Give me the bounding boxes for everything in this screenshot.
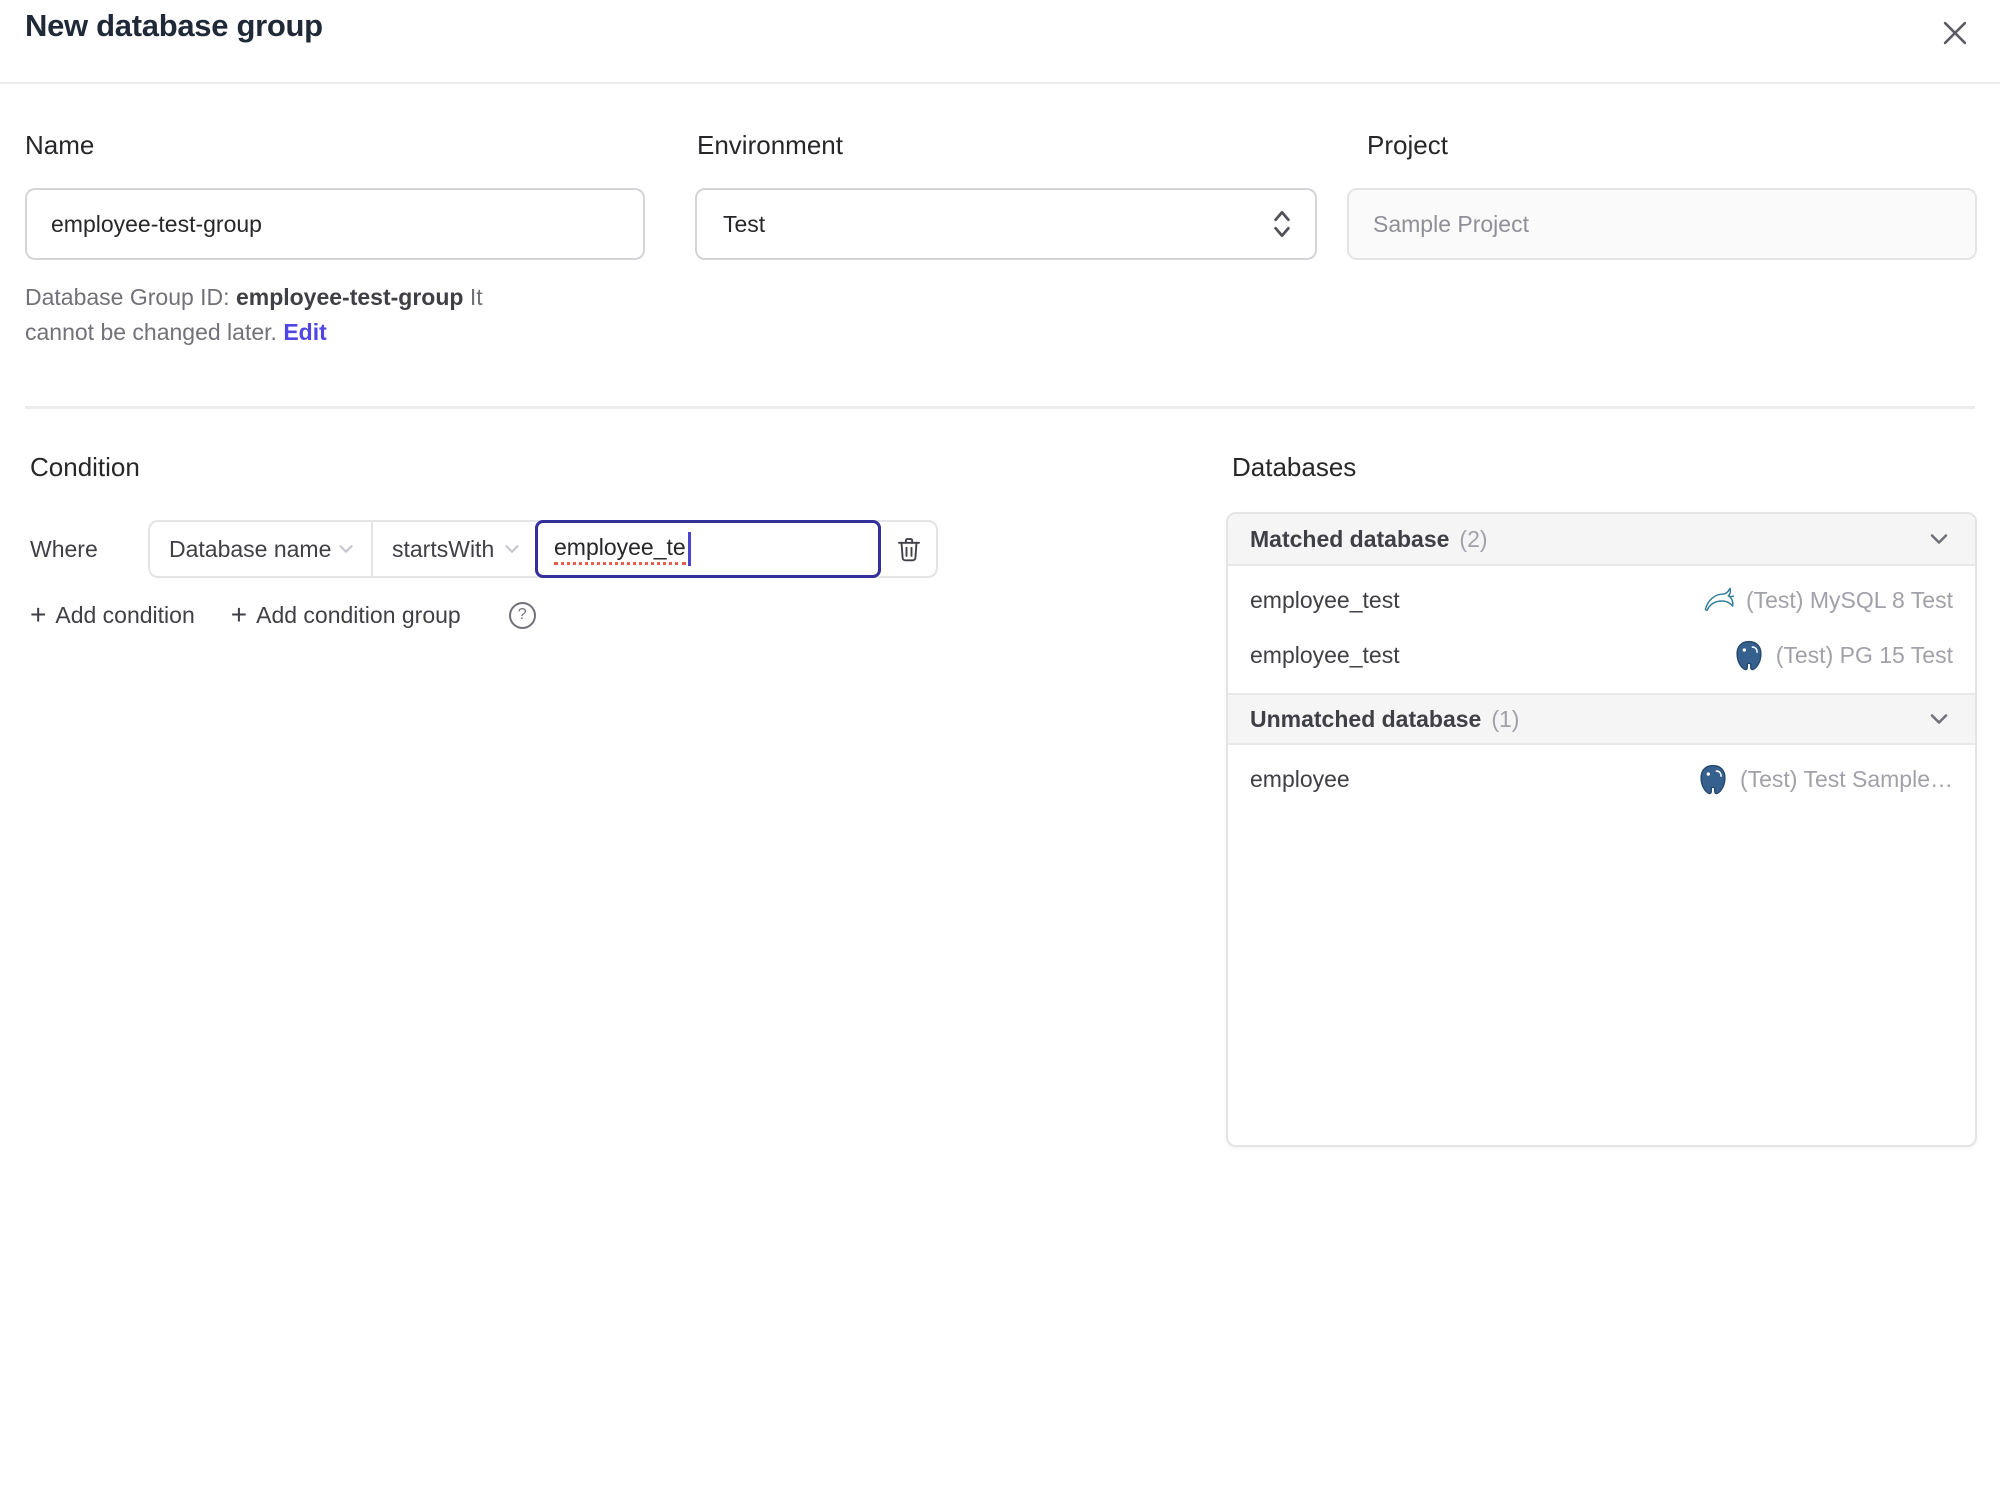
condition-value-input[interactable]: employee_te	[535, 520, 881, 578]
instance-info: (Test) PG 15 Test	[1732, 639, 1953, 673]
condition-value-text: employee_te	[554, 534, 686, 565]
close-icon	[1938, 16, 1972, 50]
instance-info: (Test) MySQL 8 Test	[1702, 584, 1953, 618]
chevron-updown-icon	[1271, 207, 1293, 241]
delete-condition-button[interactable]	[881, 522, 936, 576]
help-icon[interactable]: ?	[508, 601, 536, 629]
database-name: employee_test	[1250, 587, 1400, 613]
condition-heading: Condition	[30, 452, 140, 482]
condition-factor-dropdown[interactable]: Database name	[150, 522, 373, 576]
section-divider	[25, 406, 1975, 409]
project-label: Project	[1367, 130, 1448, 160]
mysql-icon	[1702, 584, 1736, 618]
condition-operator-value: startsWith	[392, 535, 495, 562]
new-database-group-dialog: New database group Name Environment Test…	[0, 0, 2000, 1500]
add-condition-group-button[interactable]: + Add condition group	[231, 601, 461, 629]
id-hint-value: employee-test-group	[235, 284, 464, 310]
close-button[interactable]	[1932, 10, 1978, 56]
chevron-down-icon	[1925, 525, 1953, 553]
add-condition-label: Add condition	[55, 601, 195, 628]
plus-icon: +	[30, 599, 47, 630]
table-row: employee_test (Test) MySQL 8 Test	[1228, 573, 1975, 628]
matched-database-count: (2)	[1459, 525, 1488, 552]
unmatched-database-header[interactable]: Unmatched database (1)	[1228, 693, 1975, 745]
database-group-id-hint: Database Group ID: employee-test-group I…	[25, 280, 520, 350]
unmatched-database-rows: employee (Test) Test Sample…	[1228, 745, 1975, 817]
matched-database-title: Matched database	[1250, 525, 1450, 552]
trash-icon	[894, 534, 924, 564]
condition-expression-group: Database name startsWith employee_te	[148, 520, 938, 578]
add-condition-button[interactable]: + Add condition	[30, 601, 195, 629]
instance-label: (Test) PG 15 Test	[1775, 642, 1953, 668]
matched-database-title-group: Matched database (2)	[1250, 526, 1488, 553]
condition-actions: + Add condition + Add condition group ?	[30, 601, 536, 629]
database-name: employee	[1250, 766, 1350, 792]
postgresql-icon	[1732, 639, 1766, 673]
unmatched-database-title: Unmatched database	[1250, 705, 1482, 732]
instance-label: (Test) MySQL 8 Test	[1745, 587, 1953, 613]
id-hint-prefix: Database Group ID:	[25, 284, 236, 310]
add-condition-group-label: Add condition group	[256, 601, 461, 628]
condition-row: Where Database name startsWith employee_…	[30, 520, 938, 578]
instance-info: (Test) Test Sample…	[1696, 763, 1953, 797]
databases-heading: Databases	[1232, 452, 1357, 482]
text-cursor	[687, 532, 691, 566]
matched-database-rows: employee_test (Test) MySQL 8 Test employ…	[1228, 566, 1975, 693]
table-row: employee_test (Test) PG 15 Test	[1228, 628, 1975, 683]
edit-id-link[interactable]: Edit	[283, 319, 326, 345]
unmatched-database-title-group: Unmatched database (1)	[1250, 706, 1519, 733]
environment-select[interactable]: Test	[695, 188, 1317, 260]
chevron-down-icon	[335, 538, 357, 560]
chevron-down-icon	[1925, 705, 1953, 733]
unmatched-database-count: (1)	[1491, 705, 1520, 732]
name-label: Name	[25, 130, 95, 160]
instance-label: (Test) Test Sample…	[1739, 766, 1953, 792]
project-field[interactable]	[1347, 188, 1977, 260]
environment-label: Environment	[697, 130, 843, 160]
page-title: New database group	[25, 8, 323, 43]
plus-icon: +	[230, 599, 248, 630]
header-divider	[0, 82, 2000, 84]
databases-panel: Matched database (2) employee_test (Test…	[1226, 512, 1977, 1147]
table-row: employee (Test) Test Sample…	[1228, 752, 1975, 807]
where-label: Where	[30, 535, 98, 562]
name-input[interactable]	[25, 188, 645, 260]
postgresql-icon	[1696, 763, 1730, 797]
condition-operator-dropdown[interactable]: startsWith	[373, 522, 537, 576]
chevron-down-icon	[501, 538, 523, 560]
condition-factor-value: Database name	[169, 535, 332, 562]
matched-database-header[interactable]: Matched database (2)	[1228, 514, 1975, 566]
environment-selected-value: Test	[723, 210, 766, 237]
database-name: employee_test	[1250, 642, 1400, 668]
